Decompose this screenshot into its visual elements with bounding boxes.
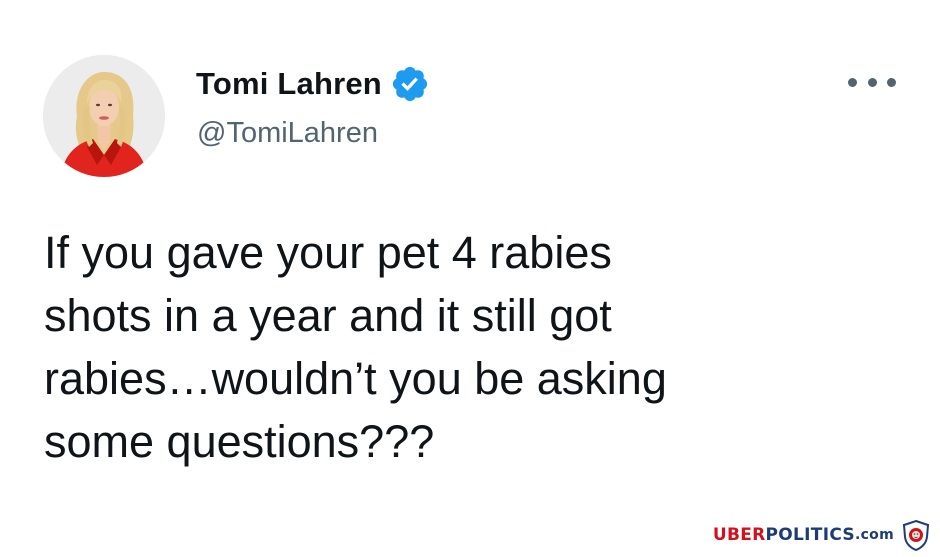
watermark-uber: UBER xyxy=(712,525,766,545)
author-avatar[interactable] xyxy=(43,55,165,177)
more-dot xyxy=(848,77,857,87)
tweet-text: If you gave your pet 4 rabies shots in a… xyxy=(44,221,904,473)
tweet-text-line: If you gave your pet 4 rabies xyxy=(44,227,612,278)
more-dot xyxy=(867,77,877,87)
lion-crest-logo xyxy=(900,519,932,552)
tweet-card: Tomi Lahren @TomiLahren If you gave your… xyxy=(0,0,940,557)
watermark: UBER POLITICS .com xyxy=(713,518,932,552)
tweet-text-line: rabies…wouldn’t you be asking xyxy=(44,353,667,404)
tweet-text-line: some questions??? xyxy=(44,416,435,467)
more-dot xyxy=(887,77,896,87)
author-name-row: Tomi Lahren xyxy=(196,62,430,106)
watermark-domain: .com xyxy=(854,527,894,543)
author-display-name[interactable]: Tomi Lahren xyxy=(196,66,382,102)
author-handle[interactable]: @TomiLahren xyxy=(197,117,378,150)
watermark-politics: POLITICS xyxy=(765,525,855,545)
more-options-icon[interactable] xyxy=(848,70,896,94)
profile-photo xyxy=(43,55,165,177)
verified-badge-icon xyxy=(390,64,430,104)
tweet-text-line: shots in a year and it still got xyxy=(44,290,612,341)
